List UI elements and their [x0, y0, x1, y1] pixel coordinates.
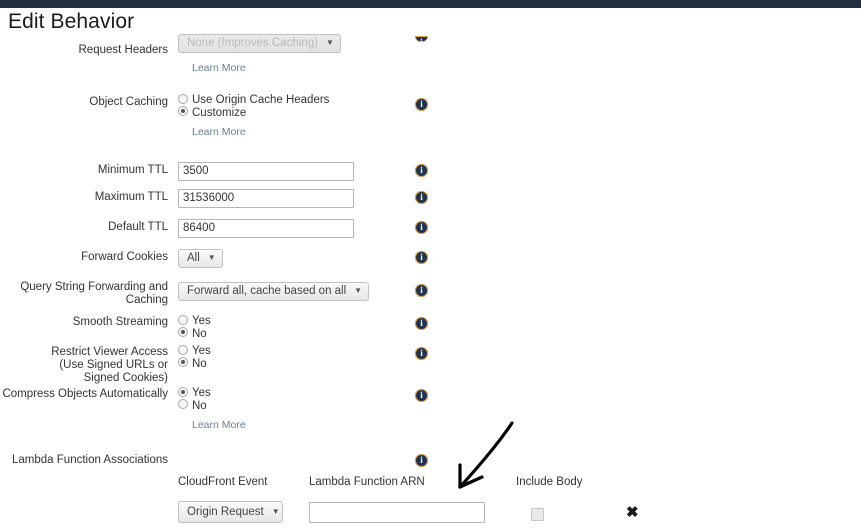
restrict-viewer-access-option-no-label: No [192, 357, 207, 370]
radio-icon-selected[interactable] [178, 386, 188, 397]
minimum-ttl-label: Minimum TTL [97, 164, 168, 176]
query-string-control: Forward all, cache based on all ▼ [178, 281, 370, 301]
compress-objects-learn-more-link[interactable]: Learn More [192, 419, 246, 431]
object-caching-option-customize-label: Customize [192, 106, 247, 119]
maximum-ttl-input[interactable] [178, 188, 354, 208]
lambda-column-event: CloudFront Event [178, 476, 268, 488]
include-body-checkbox[interactable] [531, 508, 544, 522]
smooth-streaming-radio-group: Yes No [178, 314, 211, 341]
object-caching-label: Object Caching [89, 96, 168, 108]
forward-cookies-control: All ▼ [178, 248, 223, 268]
radio-icon[interactable] [178, 344, 188, 355]
query-string-label: Query String Forwarding and Caching [0, 281, 168, 307]
default-ttl-info-icon[interactable]: i [415, 221, 428, 234]
smooth-streaming-option-yes-label: Yes [192, 315, 211, 327]
request-headers-learn-more-link[interactable]: Learn More [192, 62, 246, 74]
lambda-arn-cell [309, 502, 485, 523]
request-headers-select[interactable]: None (Improves Caching) ▼ [178, 33, 341, 53]
chevron-down-icon: ▼ [354, 286, 363, 295]
forward-cookies-select-value: All [187, 252, 200, 264]
remove-lambda-association-button[interactable]: ✖ [626, 504, 639, 521]
minimum-ttl-control [178, 161, 354, 181]
chevron-down-icon: ▼ [326, 38, 334, 47]
default-ttl-control [178, 218, 354, 238]
chevron-down-icon: ▼ [271, 507, 280, 516]
restrict-viewer-access-control: Yes No [178, 344, 211, 371]
compress-objects-radio-group: Yes No [178, 386, 246, 413]
compress-objects-info-icon[interactable]: i [415, 389, 428, 402]
request-headers-control: None (Improves Caching) ▼ Learn More [178, 33, 341, 76]
top-header-bar [0, 0, 861, 8]
restrict-viewer-access-label: Restrict Viewer Access (Use Signed URLs … [0, 346, 168, 385]
annotation-arrow-icon [458, 421, 514, 489]
lambda-function-arn-input[interactable] [309, 502, 485, 523]
maximum-ttl-control [178, 188, 354, 208]
object-caching-option-origin[interactable]: Use Origin Cache Headers [178, 93, 330, 107]
restrict-viewer-access-info-icon[interactable]: i [415, 347, 428, 360]
lambda-column-include-body: Include Body [516, 476, 583, 488]
restrict-viewer-access-label-line1: Restrict Viewer Access [51, 346, 168, 358]
object-caching-option-origin-label: Use Origin Cache Headers [192, 94, 330, 106]
lambda-event-select[interactable]: Origin Request ▼ [178, 501, 283, 523]
chevron-down-icon: ▼ [207, 253, 216, 262]
radio-icon[interactable] [178, 399, 188, 410]
smooth-streaming-info-icon[interactable]: i [415, 317, 428, 330]
request-headers-label: Request Headers [78, 44, 169, 56]
query-string-label-line2: Caching [125, 294, 168, 306]
request-headers-select-value: None (Improves Caching) [187, 37, 319, 49]
object-caching-option-customize[interactable]: Customize [178, 106, 329, 120]
radio-icon-selected[interactable] [178, 357, 188, 368]
smooth-streaming-option-yes[interactable]: Yes [178, 314, 211, 328]
lambda-event-select-value: Origin Request [187, 506, 264, 518]
object-caching-learn-more-link[interactable]: Learn More [192, 126, 246, 138]
restrict-viewer-access-option-yes[interactable]: Yes [178, 344, 211, 358]
lambda-event-cell: Origin Request ▼ [178, 501, 283, 523]
default-ttl-label: Default TTL [108, 221, 168, 233]
radio-icon-selected[interactable] [178, 327, 188, 338]
object-caching-control: Use Origin Cache Headers Customize Learn… [178, 93, 330, 140]
restrict-viewer-access-option-yes-label: Yes [192, 345, 211, 357]
restrict-viewer-access-label-line2: (Use Signed URLs or [59, 359, 168, 371]
radio-icon-selected[interactable] [178, 106, 188, 117]
minimum-ttl-info-icon[interactable]: i [415, 164, 428, 177]
smooth-streaming-control: Yes No [178, 314, 211, 341]
restrict-viewer-access-radio-group: Yes No [178, 344, 211, 371]
object-caching-radio-group: Use Origin Cache Headers Customize [178, 93, 330, 120]
restrict-viewer-access-option-no[interactable]: No [178, 357, 211, 371]
smooth-streaming-option-no[interactable]: No [178, 327, 211, 341]
maximum-ttl-info-icon[interactable]: i [415, 191, 428, 204]
compress-objects-label: Compress Objects Automatically [2, 388, 168, 400]
lambda-column-arn: Lambda Function ARN [309, 476, 425, 488]
radio-icon[interactable] [178, 314, 188, 325]
query-string-label-line1: Query String Forwarding and [20, 281, 168, 293]
smooth-streaming-option-no-label: No [192, 327, 207, 340]
forward-cookies-label: Forward Cookies [81, 251, 168, 263]
object-caching-info-icon[interactable]: i [415, 98, 428, 111]
compress-objects-option-yes[interactable]: Yes [178, 386, 246, 400]
compress-objects-option-yes-label: Yes [192, 387, 211, 399]
restrict-viewer-access-label-line3: Signed Cookies) [83, 372, 168, 384]
forward-cookies-info-icon[interactable]: i [415, 251, 428, 264]
query-string-info-icon[interactable]: i [415, 284, 428, 297]
compress-objects-option-no[interactable]: No [178, 399, 246, 413]
default-ttl-input[interactable] [178, 218, 354, 238]
lambda-remove-cell: ✖ [626, 504, 639, 522]
minimum-ttl-input[interactable] [178, 161, 354, 181]
lambda-associations-label: Lambda Function Associations [12, 454, 168, 466]
page-title: Edit Behavior [8, 10, 135, 33]
smooth-streaming-label: Smooth Streaming [72, 316, 168, 328]
maximum-ttl-label: Maximum TTL [94, 191, 168, 203]
query-string-select-value: Forward all, cache based on all [187, 285, 347, 297]
lambda-include-body-cell [531, 506, 544, 524]
query-string-select[interactable]: Forward all, cache based on all ▼ [178, 281, 370, 301]
compress-objects-control: Yes No Learn More [178, 386, 246, 433]
compress-objects-option-no-label: No [192, 399, 207, 412]
request-headers-info-icon[interactable]: i [415, 36, 428, 42]
radio-icon[interactable] [178, 93, 188, 104]
forward-cookies-select[interactable]: All ▼ [178, 248, 223, 268]
lambda-associations-info-icon[interactable]: i [415, 454, 428, 467]
